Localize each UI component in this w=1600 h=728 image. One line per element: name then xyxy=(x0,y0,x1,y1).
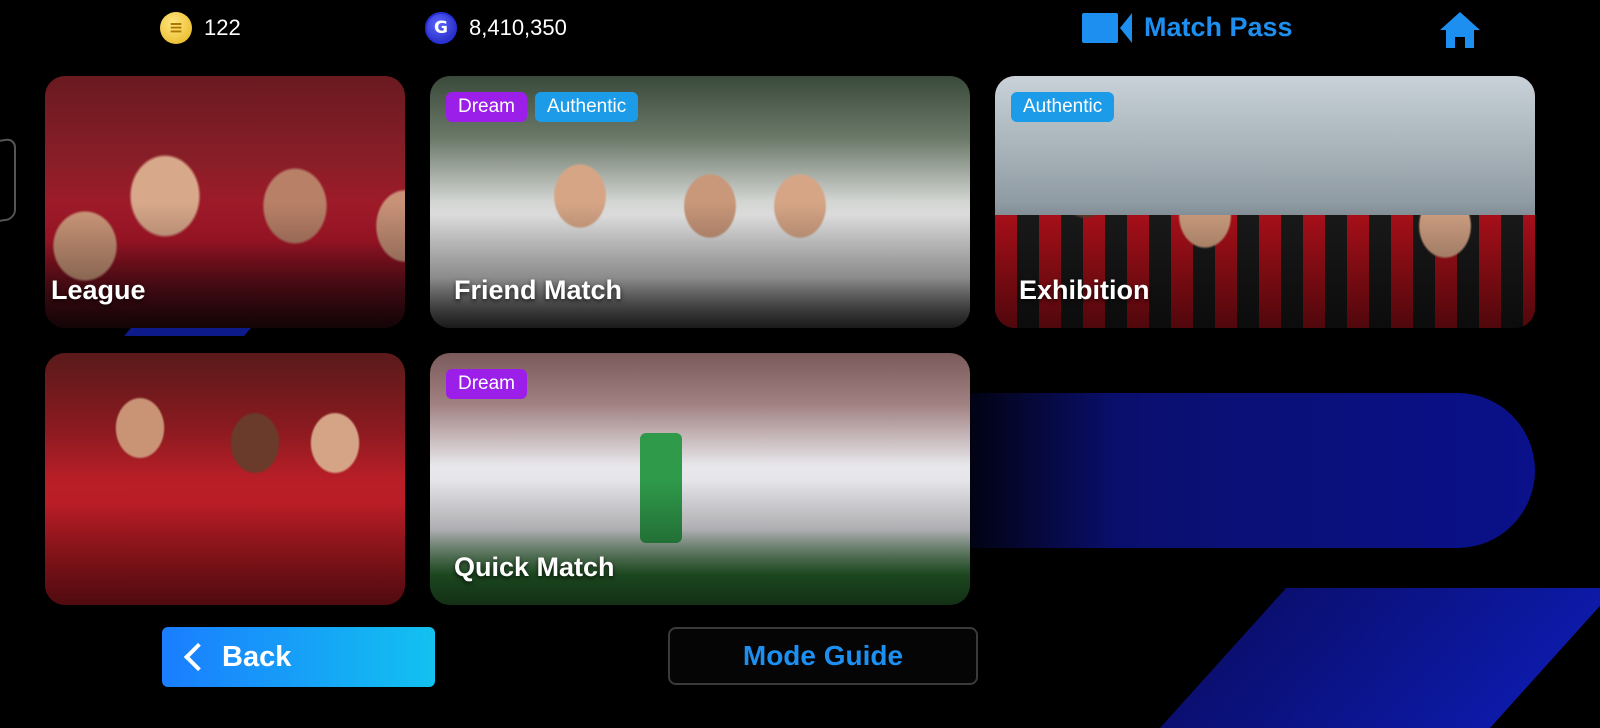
mode-tile-exhibition[interactable]: Authentic Exhibition xyxy=(995,76,1535,328)
coins-display: ≡ 122 xyxy=(160,12,241,44)
dream-badge: Dream xyxy=(446,92,528,122)
side-panel-edge xyxy=(0,137,16,225)
match-pass-icon xyxy=(1082,12,1132,43)
authentic-badge: Authentic xyxy=(535,92,639,122)
match-pass-button[interactable]: Match Pass xyxy=(1082,12,1293,43)
tile-label: Quick Match xyxy=(454,552,615,582)
gp-display: G 8,410,350 xyxy=(425,12,567,44)
mode-guide-button[interactable]: Mode Guide xyxy=(668,627,978,685)
background-pill-shape xyxy=(940,393,1535,548)
chevron-left-icon xyxy=(183,642,213,672)
coins-amount: 122 xyxy=(204,15,241,40)
mode-tile-quick-match[interactable]: Dream Quick Match xyxy=(430,353,970,605)
authentic-badge: Authentic xyxy=(1011,92,1115,122)
dream-badge: Dream xyxy=(446,369,528,399)
coin-icon: ≡ xyxy=(160,12,192,44)
gp-icon: G xyxy=(425,12,457,44)
back-button[interactable]: Back xyxy=(162,627,435,687)
tile-label: Friend Match xyxy=(454,275,623,305)
tile-label: League xyxy=(51,275,146,305)
background-slash-shape xyxy=(1160,588,1600,728)
tile-label: Exhibition xyxy=(1019,275,1150,305)
mode-tile-friend-match[interactable]: Dream Authentic Friend Match xyxy=(430,76,970,328)
home-icon[interactable] xyxy=(1438,10,1482,50)
gp-amount: 8,410,350 xyxy=(469,15,567,40)
mode-tile-unlabeled[interactable] xyxy=(45,353,405,605)
mode-guide-label: Mode Guide xyxy=(742,640,904,671)
mode-tile-league[interactable]: League xyxy=(45,76,405,328)
match-pass-label: Match Pass xyxy=(1144,12,1293,42)
back-label: Back xyxy=(222,640,292,673)
